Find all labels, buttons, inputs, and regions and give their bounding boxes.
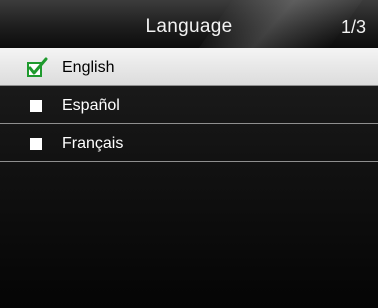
title-bar: Language 1/3 bbox=[0, 0, 378, 48]
language-item-english[interactable]: English bbox=[0, 48, 378, 86]
language-item-espanol[interactable]: Español bbox=[0, 86, 378, 124]
language-label: Español bbox=[62, 97, 120, 114]
language-label: English bbox=[62, 59, 115, 76]
screen-title: Language bbox=[145, 16, 233, 37]
device-screen: Language 1/3 English Español Français bbox=[0, 0, 378, 308]
language-list: English Español Français bbox=[0, 48, 378, 162]
language-label: Français bbox=[62, 135, 124, 152]
checked-checkbox-icon bbox=[27, 57, 48, 77]
unchecked-checkbox-icon bbox=[30, 138, 42, 150]
language-item-francais[interactable]: Français bbox=[0, 124, 378, 162]
unchecked-checkbox-icon bbox=[30, 100, 42, 112]
page-indicator: 1/3 bbox=[340, 17, 366, 37]
